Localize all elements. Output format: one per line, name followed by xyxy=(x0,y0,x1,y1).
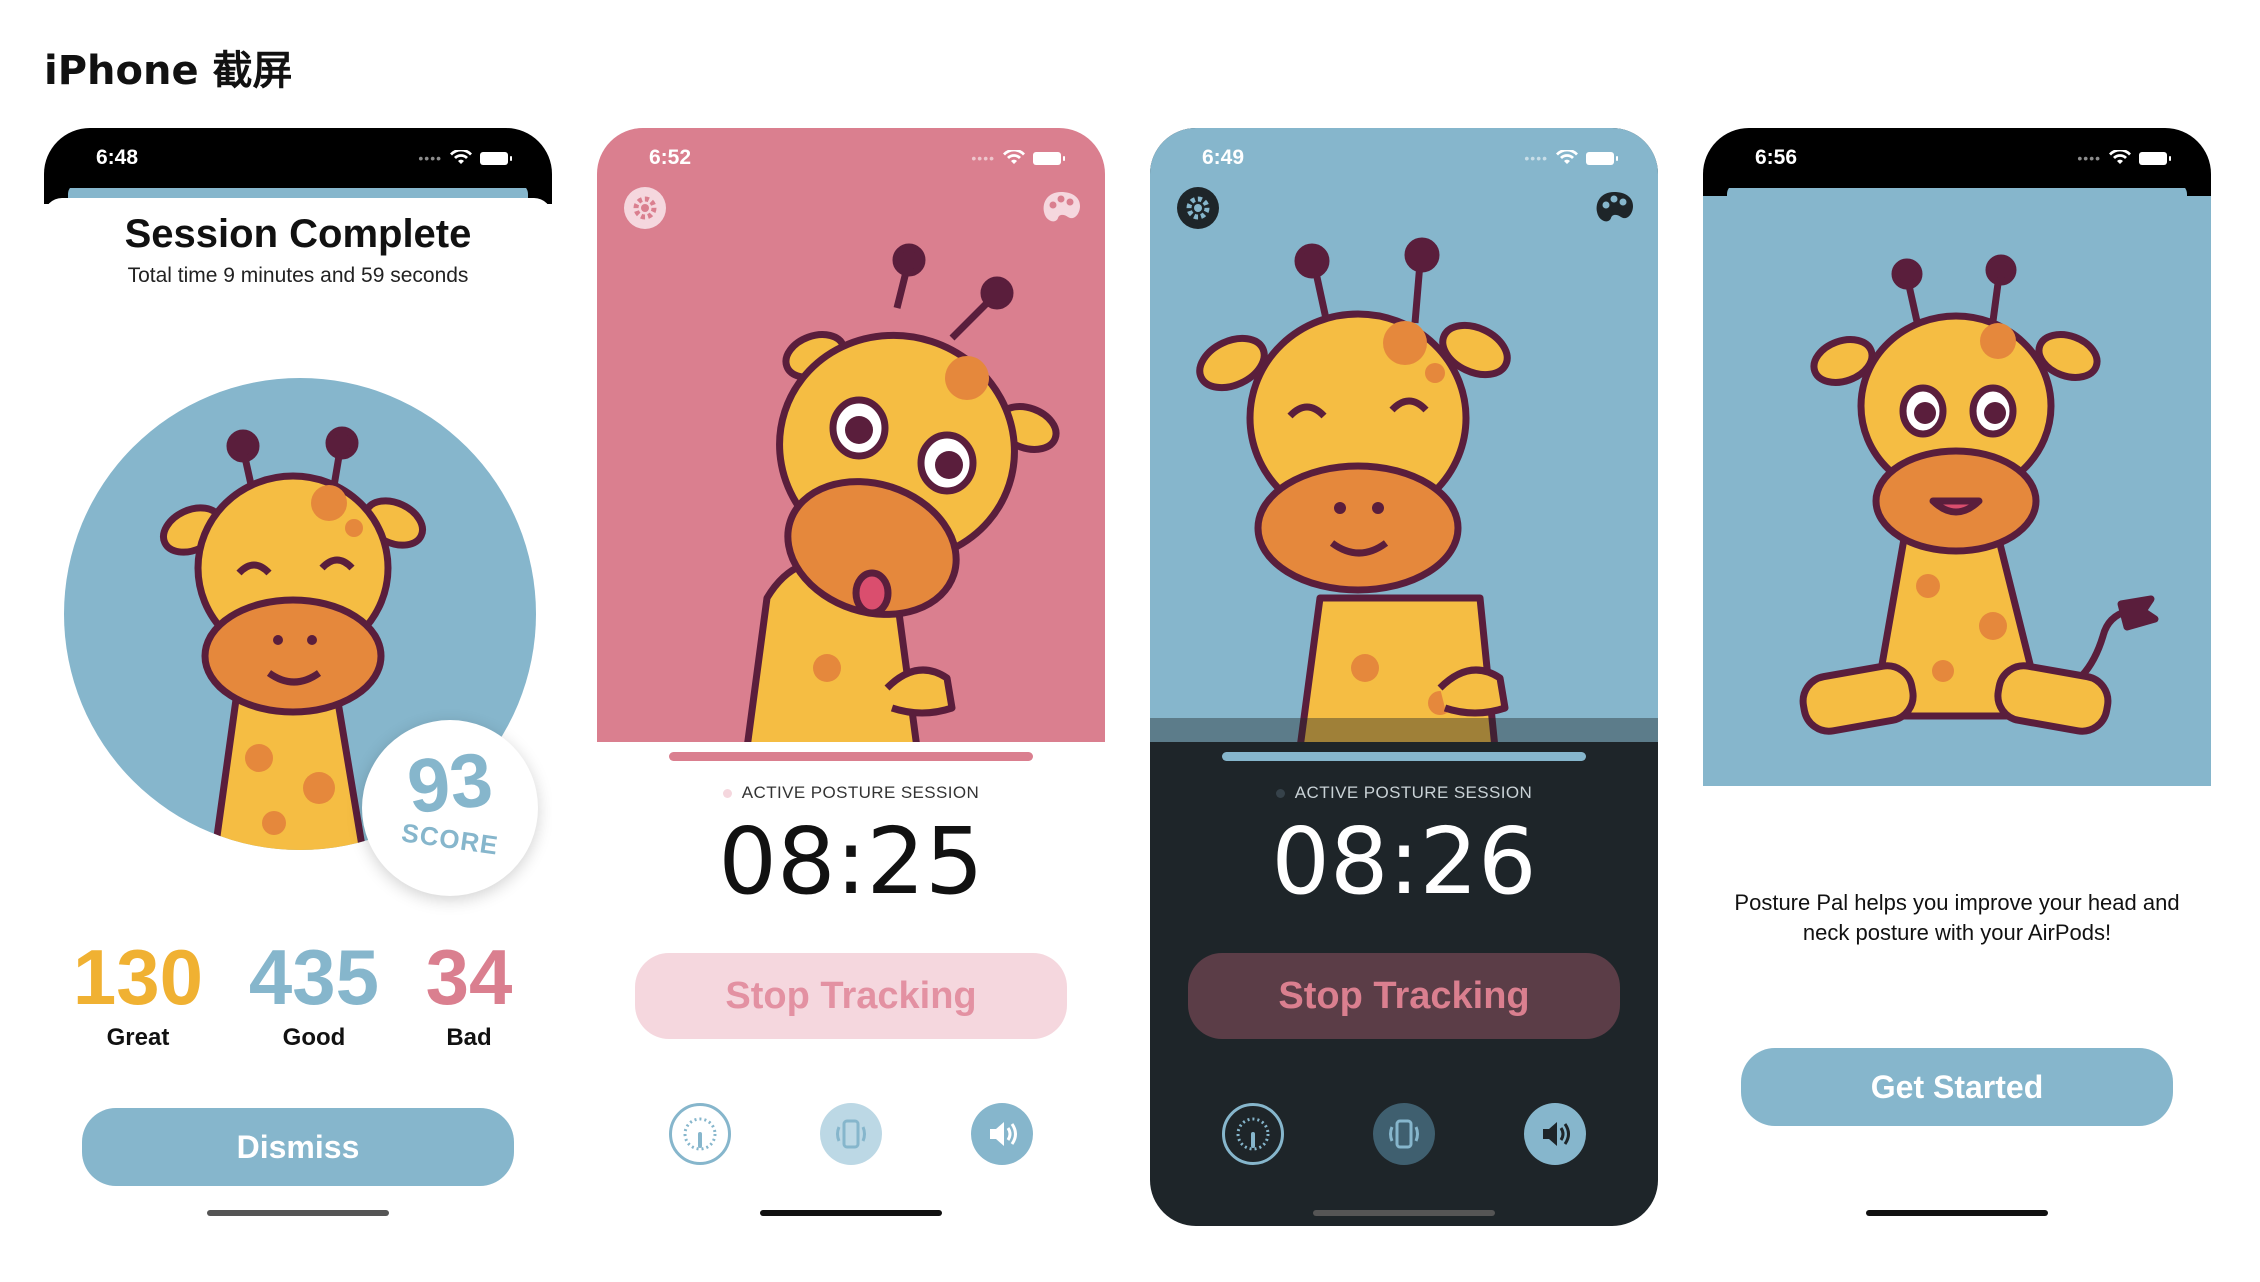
gauge-icon xyxy=(683,1117,717,1151)
signal-icon: •••• xyxy=(418,150,442,166)
get-started-button[interactable]: Get Started xyxy=(1741,1048,2173,1126)
session-timer: 08:26 xyxy=(1271,808,1537,915)
session-label-text: ACTIVE POSTURE SESSION xyxy=(741,783,980,802)
settings-button[interactable] xyxy=(623,186,667,230)
session-progress-bar xyxy=(1222,752,1586,761)
palette-button[interactable] xyxy=(1039,186,1083,230)
status-bar: 6:49 •••• xyxy=(1150,128,1658,188)
phone-onboarding: 6:56 •••• Posture Pal helps you improve … xyxy=(1703,128,2211,1226)
stat-good: 435 Good xyxy=(234,936,394,1052)
home-indicator xyxy=(760,1210,942,1216)
status-time: 6:52 xyxy=(649,146,692,169)
stat-great-value: 130 xyxy=(72,933,204,1021)
vibrate-icon xyxy=(1389,1119,1419,1149)
stat-good-value: 435 xyxy=(248,933,380,1021)
vibrate-button[interactable] xyxy=(820,1103,882,1165)
onboarding-description: Posture Pal helps you improve your head … xyxy=(1734,890,2180,945)
status-time: 6:56 xyxy=(1755,146,1798,169)
wifi-icon xyxy=(1003,150,1025,164)
session-progress-bar xyxy=(669,752,1033,761)
vibrate-button[interactable] xyxy=(1373,1103,1435,1165)
gauge-button[interactable] xyxy=(1222,1103,1284,1165)
phone-active-session-light: 6:52 •••• ACTIVE POSTURE SESSION 08:25 S… xyxy=(597,128,1105,1226)
controls-row xyxy=(597,1103,1105,1165)
status-time: 6:48 xyxy=(96,146,139,169)
stat-great: 130 Great xyxy=(68,936,208,1052)
settings-icon xyxy=(1177,187,1219,229)
sound-button[interactable] xyxy=(1524,1103,1586,1165)
session-title: Session Complete xyxy=(124,212,472,256)
wifi-icon xyxy=(450,150,472,164)
status-bar: 6:48 •••• xyxy=(44,128,552,188)
battery-icon xyxy=(1033,151,1065,165)
session-label: ACTIVE POSTURE SESSION xyxy=(1150,783,1658,803)
status-icons: •••• xyxy=(2077,150,2171,166)
giraffe-sitting-illustration xyxy=(1703,196,2211,786)
home-indicator xyxy=(1313,1210,1495,1216)
home-indicator xyxy=(207,1210,389,1216)
gauge-button[interactable] xyxy=(669,1103,731,1165)
stat-bad-value: 34 xyxy=(425,933,513,1021)
phone-session-complete: 6:48 •••• Session Complete Total time 9 … xyxy=(44,128,552,1226)
session-label-text: ACTIVE POSTURE SESSION xyxy=(1294,783,1533,802)
phone-active-session-dark: 6:49 •••• ACTIVE POSTURE SESSION 08:26 S… xyxy=(1150,128,1658,1226)
status-icons: •••• xyxy=(418,150,512,166)
wifi-icon xyxy=(1556,150,1578,164)
gauge-icon xyxy=(1236,1117,1270,1151)
palette-icon xyxy=(1043,192,1080,222)
stat-good-label: Good xyxy=(282,1024,346,1051)
dismiss-button[interactable]: Dismiss xyxy=(82,1108,514,1186)
settings-button[interactable] xyxy=(1176,186,1220,230)
status-bar: 6:52 •••• xyxy=(597,128,1105,188)
status-dot xyxy=(722,788,732,798)
status-bar: 6:56 •••• xyxy=(1703,128,2211,188)
giraffe-sad-illustration xyxy=(597,128,1105,742)
wifi-icon xyxy=(2109,150,2131,164)
palette-button[interactable] xyxy=(1592,186,1636,230)
vibrate-icon xyxy=(836,1119,866,1149)
status-icons: •••• xyxy=(1524,150,1618,166)
home-indicator xyxy=(1866,1210,2048,1216)
speaker-icon xyxy=(990,1122,1017,1146)
settings-icon xyxy=(624,187,666,229)
battery-icon xyxy=(1586,151,1618,165)
battery-icon xyxy=(2139,151,2171,165)
stop-tracking-button[interactable]: Stop Tracking xyxy=(635,953,1067,1039)
controls-row xyxy=(1150,1103,1658,1165)
stop-tracking-button[interactable]: Stop Tracking xyxy=(1188,953,1620,1039)
score-badge: 93 SCORE xyxy=(362,720,538,896)
sound-button[interactable] xyxy=(971,1103,1033,1165)
signal-icon: •••• xyxy=(2077,150,2101,166)
palette-icon xyxy=(1596,192,1633,222)
giraffe-happy-illustration xyxy=(1150,128,1658,742)
session-subtitle: Total time 9 minutes and 59 seconds xyxy=(127,264,469,287)
battery-icon xyxy=(480,151,512,165)
session-label: ACTIVE POSTURE SESSION xyxy=(597,783,1105,803)
stat-bad-label: Bad xyxy=(446,1024,492,1051)
stat-bad: 34 Bad xyxy=(414,936,524,1052)
status-dot xyxy=(1275,788,1285,798)
signal-icon: •••• xyxy=(971,150,995,166)
page-title: iPhone 截屏 xyxy=(44,48,293,94)
status-time: 6:49 xyxy=(1202,146,1245,169)
status-icons: •••• xyxy=(971,150,1065,166)
stat-great-label: Great xyxy=(106,1024,170,1051)
speaker-icon xyxy=(1543,1122,1570,1146)
signal-icon: •••• xyxy=(1524,150,1548,166)
session-timer: 08:25 xyxy=(718,808,984,915)
